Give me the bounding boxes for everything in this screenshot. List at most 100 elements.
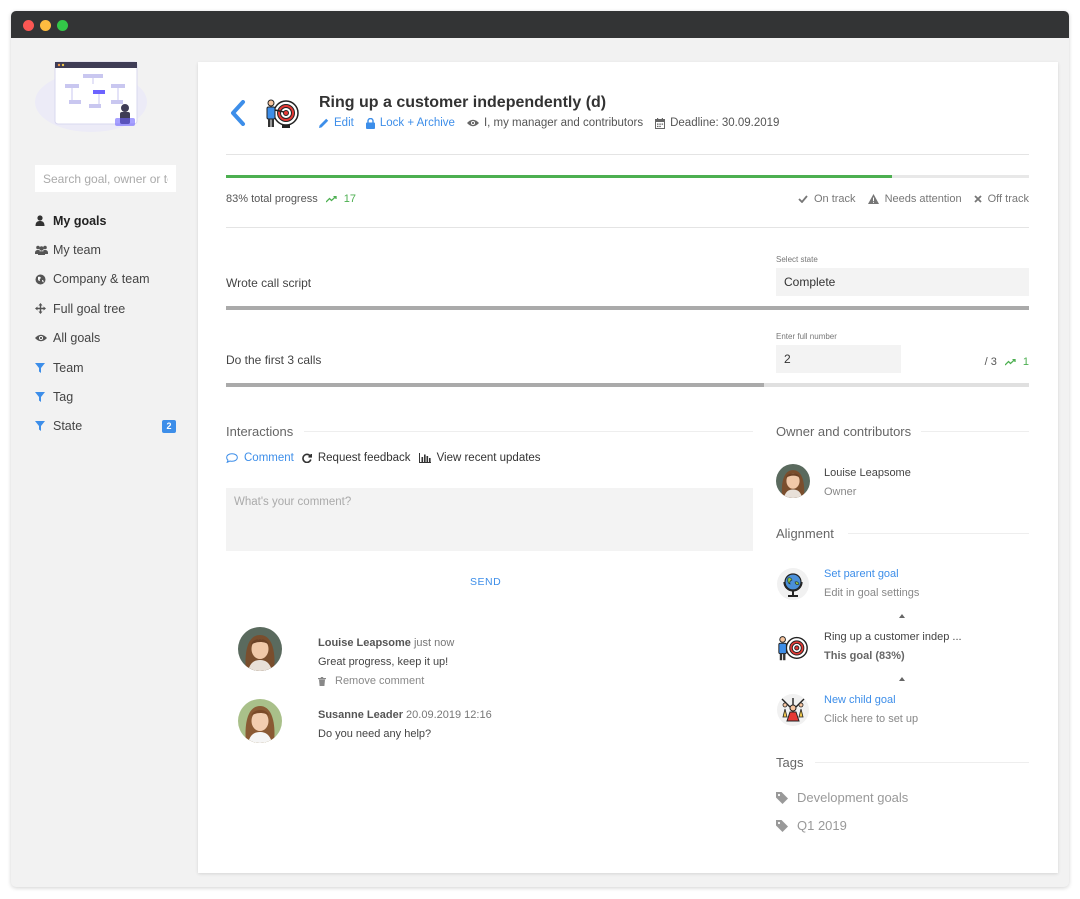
total-progress-bar	[226, 175, 1029, 178]
comment-author: Susanne Leader	[318, 709, 403, 721]
owners-title: Owner and contributors	[776, 424, 912, 439]
caret-up-icon	[899, 677, 905, 681]
search-input[interactable]	[35, 165, 176, 192]
owner-name: Louise Leapsome	[824, 467, 911, 479]
back-arrow-icon[interactable]	[228, 100, 248, 126]
sidebar-item-label: Full goal tree	[53, 301, 126, 316]
view-updates-label: View recent updates	[436, 452, 541, 464]
key-result-label: Do the first 3 calls	[226, 353, 322, 367]
warning-icon	[867, 194, 879, 204]
team-goal-icon	[777, 694, 809, 726]
state-select[interactable]: Complete	[776, 268, 1029, 296]
key-result-progress-fill	[226, 306, 1029, 310]
divider	[921, 431, 1029, 432]
set-parent-goal-link[interactable]: Set parent goal	[824, 565, 919, 584]
needs-attention-label: Needs attention	[884, 193, 962, 205]
tag-item[interactable]: Q1 2019	[776, 818, 847, 833]
divider	[815, 762, 1029, 763]
key-result-delta: 1	[1004, 356, 1029, 368]
sidebar-item-company-team[interactable]: Company & team	[35, 265, 185, 294]
sidebar-item-all-goals[interactable]: All goals	[35, 324, 185, 353]
maximize-window-button[interactable]	[57, 20, 68, 31]
filter-count-badge: 2	[162, 419, 176, 433]
interactions-title: Interactions	[226, 424, 294, 439]
minimize-window-button[interactable]	[40, 20, 51, 31]
bar-chart-icon	[418, 453, 431, 463]
sidebar-item-label: My goals	[53, 213, 107, 228]
close-window-button[interactable]	[23, 20, 34, 31]
state-field-label: Select state	[776, 255, 818, 264]
globe-icon	[35, 274, 53, 285]
key-result-label: Wrote call script	[226, 276, 312, 290]
number-input[interactable]	[776, 345, 901, 373]
sidebar-item-label: Team	[53, 360, 84, 375]
new-child-goal-link[interactable]: New child goal	[824, 691, 918, 710]
comment-input[interactable]	[226, 488, 753, 551]
edit-goal-link[interactable]: Edit	[334, 117, 354, 129]
sidebar-item-my-team[interactable]: My team	[35, 235, 185, 264]
sidebar-nav: My goals My team Company & team Full goa…	[35, 206, 185, 441]
view-updates-tab[interactable]: View recent updates	[418, 452, 541, 464]
divider	[226, 154, 1029, 155]
caret-up-icon	[899, 614, 905, 618]
target-goal-icon	[778, 636, 808, 661]
status-legend: On track Needs attention Off track	[786, 193, 1029, 205]
sidebar-item-full-goal-tree[interactable]: Full goal tree	[35, 294, 185, 323]
comment-body: Susanne Leader 20.09.2019 12:16 Do you n…	[318, 706, 492, 744]
tag-icon	[776, 819, 788, 832]
goal-meta-row: Edit Lock + Archive I, my manager and co…	[319, 117, 779, 129]
total-progress-label: 83% total progress	[226, 193, 318, 205]
avatar	[238, 627, 282, 671]
tags-title: Tags	[776, 755, 804, 770]
goal-title: Ring up a customer independently (d)	[319, 94, 607, 111]
comment-time: just now	[413, 637, 455, 649]
key-result-delta-value: 1	[1022, 356, 1029, 368]
current-goal-name: Ring up a customer indep ...	[824, 631, 962, 643]
trend-up-icon	[325, 195, 337, 202]
current-goal-subtext: This goal (83%)	[824, 650, 905, 662]
sidebar-item-team-filter[interactable]: Team	[35, 353, 185, 382]
total-progress-row: 83% total progress 17	[226, 193, 356, 205]
off-track-label: Off track	[987, 193, 1029, 205]
avatar	[776, 464, 810, 498]
comment-tab[interactable]: Comment	[226, 452, 294, 464]
sidebar-item-tag-filter[interactable]: Tag	[35, 382, 185, 411]
owner-role: Owner	[824, 486, 857, 498]
refresh-icon	[302, 453, 312, 463]
on-track-status-button[interactable]: On track	[798, 193, 856, 205]
key-result-progress-fill	[226, 383, 764, 387]
needs-attention-status-button[interactable]: Needs attention	[867, 193, 962, 205]
alignment-title: Alignment	[776, 526, 834, 541]
goal-tree-illustration	[35, 61, 147, 132]
title-bar	[11, 11, 1069, 38]
app-window: My goals My team Company & team Full goa…	[11, 11, 1069, 887]
lock-icon	[365, 117, 375, 129]
sidebar-item-label: Tag	[53, 390, 74, 405]
eye-icon	[35, 334, 53, 342]
request-feedback-tab[interactable]: Request feedback	[302, 452, 411, 464]
move-icon	[35, 303, 53, 315]
visibility-text: I, my manager and contributors	[483, 117, 644, 129]
filter-icon	[35, 362, 53, 373]
total-progress-fill	[226, 175, 893, 178]
remove-comment-button[interactable]: Remove comment	[318, 672, 424, 691]
sidebar-item-state-filter[interactable]: State 2	[35, 412, 185, 441]
comment-text: Do you need any help?	[318, 728, 432, 740]
sidebar-item-my-goals[interactable]: My goals	[35, 206, 185, 235]
tag-label: Q1 2019	[797, 818, 847, 833]
tag-item[interactable]: Development goals	[776, 790, 908, 805]
comment-time: 20.09.2019 12:16	[406, 709, 492, 721]
key-result-progress-bar	[226, 306, 1029, 310]
off-track-status-button[interactable]: Off track	[973, 193, 1029, 205]
target-goal-icon	[266, 99, 299, 128]
parent-goal-subtext: Edit in goal settings	[824, 587, 920, 599]
send-button[interactable]: SEND	[470, 576, 501, 588]
request-feedback-label: Request feedback	[317, 452, 411, 464]
lock-archive-link[interactable]: Lock + Archive	[380, 117, 455, 129]
filter-icon	[35, 421, 53, 432]
comment-body: Louise Leapsome just now Great progress,…	[318, 634, 454, 693]
goal-detail-card: Ring up a customer independently (d) Edi…	[198, 62, 1058, 873]
child-goal-subtext: Click here to set up	[824, 713, 919, 725]
tag-icon	[776, 791, 788, 804]
comment-text: Great progress, keep it up!	[318, 656, 449, 668]
